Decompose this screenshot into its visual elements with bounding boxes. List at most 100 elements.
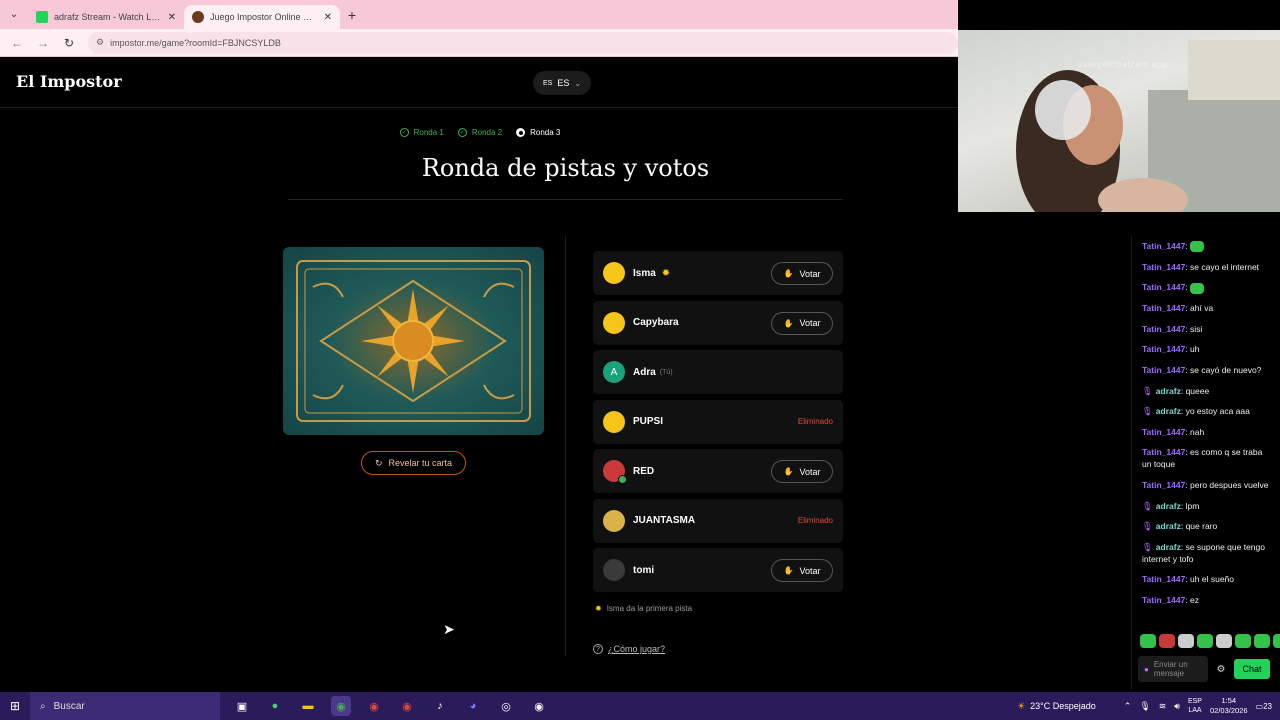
stream-chat: Tatin_1447: Tatin_1447: se cayo el inter…	[1131, 236, 1280, 690]
emote-icon[interactable]	[1254, 634, 1270, 648]
emote-icon[interactable]	[1197, 634, 1213, 648]
vote-label: Votar	[799, 268, 821, 279]
chat-username[interactable]: Tatin_1447	[1142, 574, 1185, 584]
sun-icon: ✹	[661, 267, 671, 279]
search-label: Buscar	[53, 700, 85, 712]
new-tab-button[interactable]: +	[340, 7, 364, 23]
vote-button[interactable]: ✋ Votar	[771, 311, 833, 335]
whatsapp-icon[interactable]: ●	[265, 696, 285, 716]
taskbar-search[interactable]: ⌕ Buscar	[30, 692, 220, 720]
notification-count: 23	[1263, 701, 1272, 711]
chrome-profile-icon[interactable]: ◉	[364, 696, 384, 716]
emote-icon[interactable]	[1178, 634, 1194, 648]
chat-username[interactable]: Tatin_1447	[1142, 595, 1185, 605]
discord-icon[interactable]: ◕	[463, 696, 483, 716]
sun-icon: ✹	[595, 604, 602, 613]
volume-icon[interactable]: 🔊︎	[1174, 701, 1180, 712]
emote-icon[interactable]	[1273, 634, 1280, 648]
tab-kick[interactable]: adrafz Stream - Watch Live on Kick ✕	[28, 5, 184, 29]
close-tab-icon[interactable]: ✕	[168, 12, 176, 23]
vote-label: Votar	[799, 318, 821, 328]
player-list: Isma ✹ ✋ Votar Capybara ✋ Votar A Adra (Tú) PUPSI E…	[593, 251, 843, 598]
vote-button[interactable]: ✋ Votar	[771, 262, 833, 285]
emote-icon[interactable]	[1140, 634, 1156, 648]
chat-message: Tatin_1447: se cayó de nuevo?	[1142, 364, 1272, 376]
chat-text: uh el sueño	[1190, 574, 1234, 585]
card-back-image[interactable]	[283, 247, 544, 435]
file-explorer-icon[interactable]: ▬	[298, 696, 318, 716]
player-row: PUPSI Eliminado	[593, 399, 843, 444]
impostor-app: El Impostor ES ES ⌄ ✓ Ronda 1 ✓ Ronda 2 …	[0, 58, 958, 690]
vote-button[interactable]: ✋ Votar	[771, 559, 833, 582]
chrome-profile-2-icon[interactable]: ◉	[397, 696, 417, 716]
chevron-up-icon[interactable]: ⌃	[1124, 701, 1132, 712]
chat-username[interactable]: Tatin_1447	[1142, 344, 1185, 354]
emote-icon[interactable]	[1159, 634, 1175, 648]
site-info-icon[interactable]: ⚙	[96, 37, 104, 48]
chat-username[interactable]: adrafz	[1156, 521, 1181, 531]
windows-taskbar: ⊞ ⌕ Buscar ▣ ● ▬ ◉ ◉ ◉ ♪ ◕ ◎ ◉ ☀ 23°C De…	[0, 692, 1280, 720]
url-field[interactable]: ⚙ impostor.me/game?roomId=FBJNCSYLDB	[88, 31, 958, 54]
chat-username[interactable]: Tatin_1447	[1142, 427, 1185, 437]
input-language[interactable]: ESP LAA	[1188, 697, 1202, 715]
tab-impostor[interactable]: Juego Impostor Online Gratis ✕	[184, 5, 340, 29]
sun-weather-icon: ☀	[1017, 700, 1026, 711]
task-view-icon[interactable]: ▣	[232, 696, 252, 716]
avatar	[603, 460, 627, 484]
current-dot-icon	[516, 128, 526, 137]
player-row: JUANTASMA Eliminado	[593, 498, 843, 543]
impostor-favicon	[192, 11, 204, 23]
chat-username[interactable]: Tatin_1447	[1142, 262, 1185, 272]
chat-messages: Tatin_1447: Tatin_1447: se cayo el inter…	[1132, 236, 1280, 606]
emote-icon[interactable]	[1235, 634, 1251, 648]
chat-username[interactable]: Tatin_1447	[1142, 324, 1185, 334]
how-to-play-link[interactable]: ? ¿Cómo jugar?	[593, 644, 665, 654]
forward-icon[interactable]: →	[32, 36, 54, 50]
sun-card-art	[296, 260, 531, 422]
broadcaster-badge-icon: 🎙︎	[1142, 500, 1153, 511]
app-icon[interactable]: ◉	[529, 696, 549, 716]
reload-icon[interactable]: ↻	[58, 36, 80, 50]
wifi-icon[interactable]: ≋	[1159, 701, 1167, 712]
hand-icon: ✋	[783, 467, 794, 476]
chrome-icon[interactable]: ◉	[331, 696, 351, 716]
vote-button[interactable]: ✋ Votar	[771, 460, 833, 483]
chat-placeholder: Enviar un mensaje	[1153, 660, 1188, 678]
lang-code: ESP	[1187, 698, 1202, 705]
browser-tabbar: ⌄ adrafz Stream - Watch Live on Kick ✕ J…	[0, 0, 958, 29]
reveal-card-button[interactable]: ↻ Revelar tu carta	[361, 451, 466, 475]
logo[interactable]: El Impostor	[16, 72, 122, 91]
clock[interactable]: 1:54 02/03/2026	[1210, 696, 1248, 716]
language-selector[interactable]: ES ES ⌄	[533, 71, 592, 95]
chat-username[interactable]: adrafz	[1156, 406, 1181, 416]
send-chat-button[interactable]: Chat	[1234, 659, 1270, 679]
windows-start-icon[interactable]: ⊞	[0, 699, 30, 713]
chat-username[interactable]: Tatin_1447	[1142, 282, 1185, 292]
gear-icon[interactable]: ⚙	[1214, 664, 1228, 675]
check-icon: ✓	[399, 128, 409, 137]
emote-icon[interactable]	[1216, 634, 1232, 648]
weather-widget[interactable]: ☀ 23°C Despejado	[1017, 701, 1096, 712]
obs-icon[interactable]: ◎	[496, 696, 516, 716]
chat-username[interactable]: adrafz	[1156, 542, 1181, 552]
tiktok-icon[interactable]: ♪	[430, 696, 450, 716]
chat-username[interactable]: Tatin_1447	[1142, 365, 1185, 375]
chat-username[interactable]: Tatin_1447	[1142, 480, 1185, 490]
notifications-icon[interactable]: ▭23	[1256, 702, 1272, 711]
chat-username[interactable]: Tatin_1447	[1142, 303, 1185, 313]
chat-username[interactable]: adrafz	[1156, 386, 1181, 396]
mic-tray-icon[interactable]: 🎙︎	[1139, 701, 1150, 712]
online-badge	[618, 475, 627, 484]
chat-username[interactable]: Tatin_1447	[1142, 241, 1185, 251]
close-tab-icon[interactable]: ✕	[324, 12, 332, 23]
chat-username[interactable]: Tatin_1447	[1142, 447, 1185, 457]
webcam-overlay: usingvirtualcam.app	[958, 30, 1280, 212]
chat-username[interactable]: adrafz	[1156, 501, 1181, 511]
chat-message: 🎙︎ adrafz: yo estoy aca aaa	[1142, 405, 1272, 417]
player-name: PUPSI	[633, 416, 664, 427]
chat-input[interactable]: ● Enviar un mensaje	[1138, 656, 1208, 682]
back-icon[interactable]: ←	[6, 36, 28, 50]
tab-menu-button[interactable]: ⌄	[0, 0, 28, 29]
avatar	[603, 410, 625, 433]
weather-text: 23°C Despejado	[1030, 701, 1096, 711]
